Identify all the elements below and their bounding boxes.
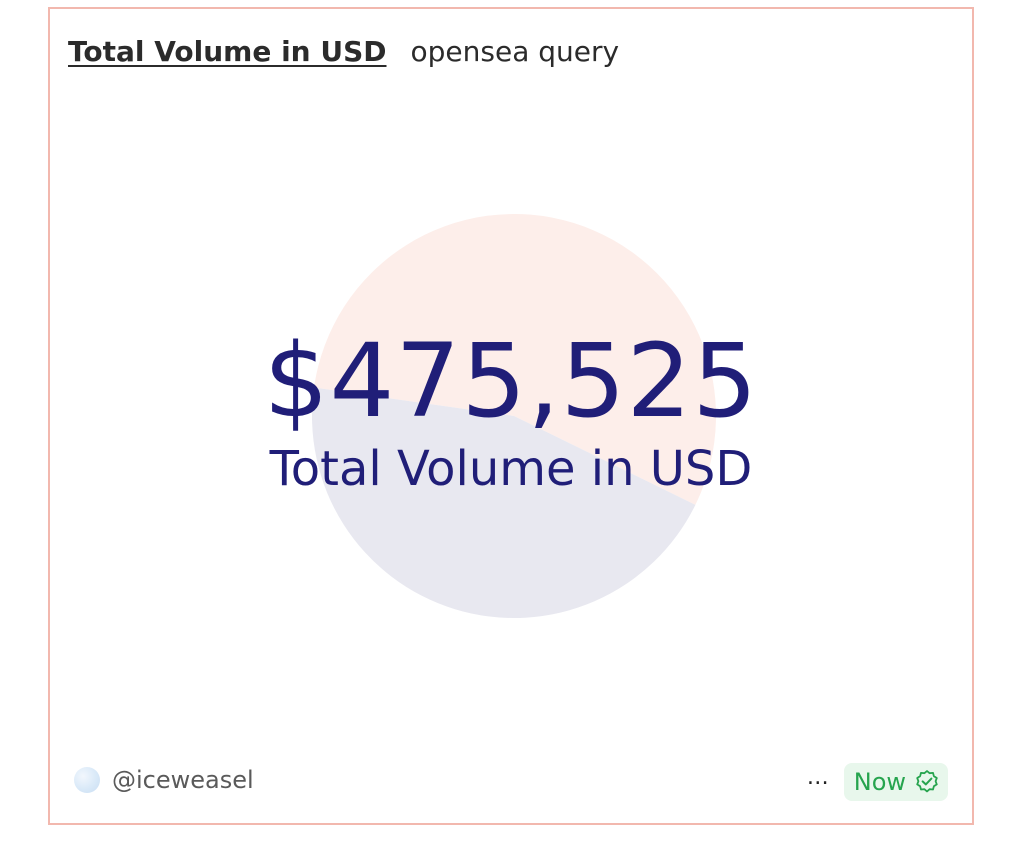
- more-options-button[interactable]: …: [807, 767, 830, 797]
- status-text: Now: [853, 768, 906, 796]
- counter-value: $475,525: [263, 322, 759, 441]
- visualization-title-link[interactable]: Total Volume in USD: [68, 35, 387, 68]
- card-footer-actions: … Now: [807, 763, 948, 801]
- counter-label: Total Volume in USD: [269, 441, 753, 497]
- avatar[interactable]: [74, 767, 100, 793]
- card-header: Total Volume in USD opensea query: [68, 35, 619, 68]
- query-name: opensea query: [410, 35, 620, 68]
- username[interactable]: @iceweasel: [112, 766, 254, 794]
- visualization-card: Total Volume in USD opensea query $475,5…: [48, 7, 974, 825]
- status-badge: Now: [843, 763, 948, 801]
- author-info[interactable]: @iceweasel: [74, 766, 254, 794]
- verified-check-icon: [916, 770, 938, 793]
